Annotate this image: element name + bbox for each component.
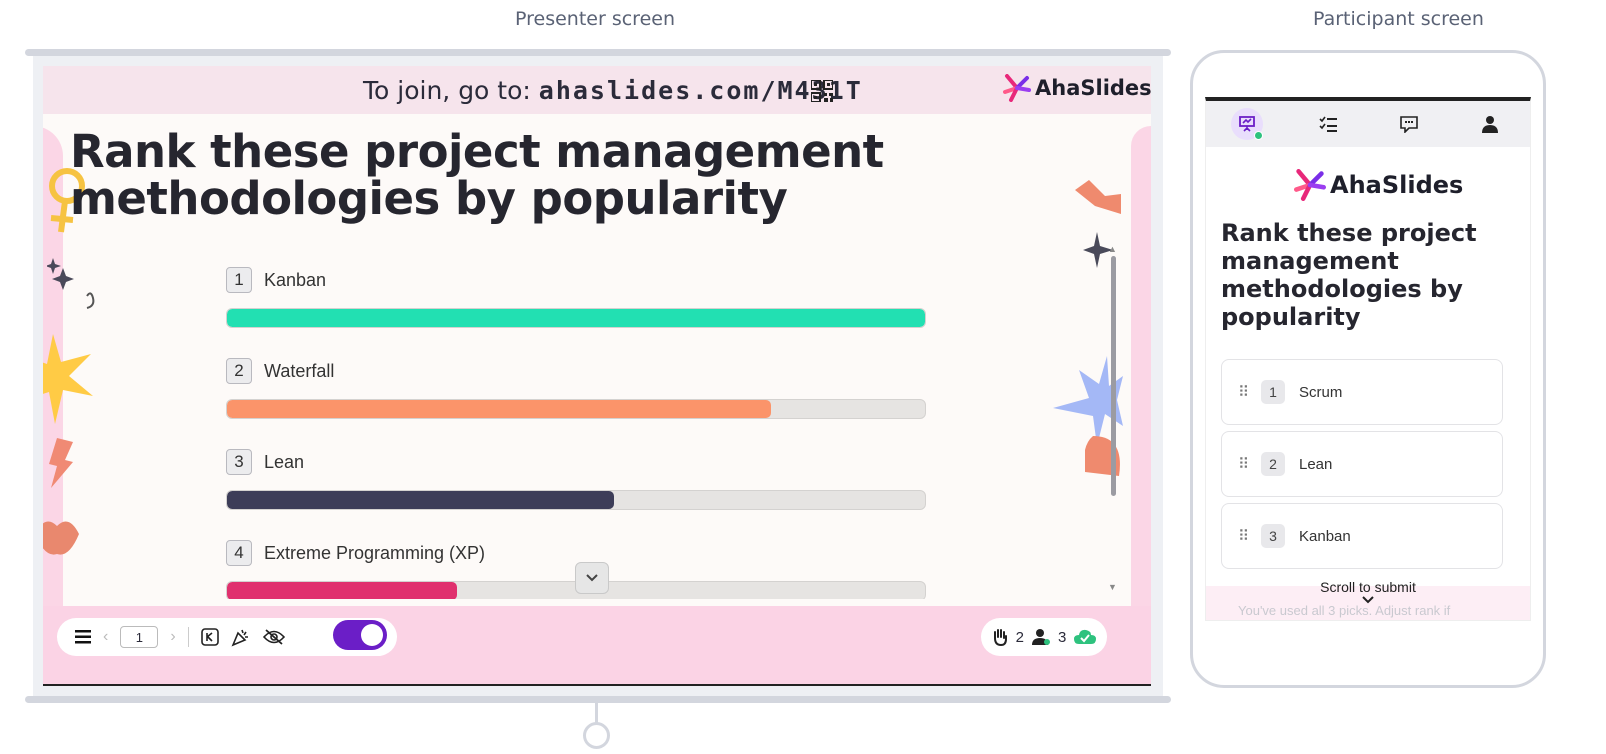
presenter-toolbar: ‹ 1 › 2 3	[57, 618, 1107, 656]
tab-presentation[interactable]	[1206, 101, 1287, 147]
next-slide-icon[interactable]: ›	[170, 628, 175, 646]
drag-handle-icon[interactable]: ⠿	[1238, 383, 1249, 401]
rank-option-kanban[interactable]: ⠿ 3 Kanban	[1221, 503, 1503, 569]
ahaslides-logo-text: AhaSlides	[1330, 171, 1464, 199]
decor-salmon-right	[1085, 436, 1120, 476]
presenter-caption: Presenter screen	[515, 8, 675, 30]
option-label: Lean	[1299, 455, 1333, 473]
rank-option-lean[interactable]: ⠿ 2 Lean	[1221, 431, 1503, 497]
decor-yellow-star	[43, 334, 93, 424]
result-rank: 4	[226, 540, 252, 566]
result-label: Waterfall	[264, 360, 335, 381]
lock-submissions-toggle[interactable]	[333, 620, 387, 650]
results-scrollbar[interactable]	[1111, 256, 1116, 496]
option-rank: 2	[1261, 452, 1285, 476]
chevron-down-icon	[586, 574, 598, 582]
tab-presentation-active	[1230, 108, 1263, 140]
rank-option-scrum[interactable]: ⠿ 1 Scrum	[1221, 359, 1503, 425]
projector-pole	[595, 703, 598, 723]
decor-sparkles-left	[47, 258, 95, 309]
projector-bottom-bar	[25, 696, 1171, 703]
participant-caption: Participant screen	[1313, 8, 1484, 30]
slide-title: Rank these project management methodolog…	[70, 125, 884, 225]
participant-question-title: Rank these project management methodolog…	[1221, 219, 1477, 331]
toolbar-left-group: ‹ 1 ›	[57, 618, 397, 656]
participant-screen: AhaSlides Rank these project management …	[1205, 97, 1531, 621]
result-rank: 2	[226, 358, 252, 384]
confetti-icon[interactable]	[231, 627, 251, 647]
online-indicator	[1253, 131, 1263, 140]
projector-pull-ring	[583, 722, 610, 749]
chat-icon	[1399, 116, 1418, 133]
page-number-input[interactable]: 1	[120, 626, 159, 648]
result-item: 1 Kanban	[226, 266, 926, 328]
decor-pink-blob-right	[1131, 126, 1151, 646]
checklist-icon	[1318, 116, 1337, 132]
join-instructions: To join, go to: ahaslides.com/M431T	[363, 76, 863, 105]
result-label: Kanban	[264, 269, 327, 290]
ahaslides-logo: AhaSlides	[1003, 74, 1151, 102]
scroll-down-arrow-icon[interactable]: ▼	[1108, 582, 1117, 592]
decor-red-shape-right	[1075, 180, 1121, 214]
hide-results-icon[interactable]	[262, 628, 285, 646]
result-bar-track	[226, 399, 926, 419]
cloud-saved-icon	[1074, 629, 1097, 644]
result-label: Lean	[264, 451, 305, 472]
ahaslides-logo-icon	[1294, 169, 1326, 201]
presentation-icon	[1238, 116, 1255, 132]
participant-ahaslides-logo: AhaSlides	[1294, 169, 1463, 201]
result-bar-fill	[227, 582, 458, 599]
scroll-up-arrow-icon[interactable]: ▲	[1108, 244, 1117, 254]
qr-code-icon[interactable]	[811, 80, 833, 102]
result-item: 2 Waterfall	[226, 357, 926, 419]
option-label: Scrum	[1299, 383, 1343, 401]
option-rank: 1	[1261, 380, 1285, 404]
option-rank: 3	[1261, 524, 1285, 548]
option-label: Kanban	[1299, 527, 1351, 545]
decor-red-bolt-left	[49, 438, 73, 488]
projector-top-bar	[25, 49, 1171, 56]
keyboard-shortcut-icon[interactable]	[200, 628, 219, 646]
drag-handle-icon[interactable]: ⠿	[1238, 455, 1249, 473]
expand-results-button[interactable]	[575, 562, 609, 594]
raised-hand-icon[interactable]	[992, 628, 1008, 646]
scroll-to-submit-button[interactable]: Scroll to submit	[1206, 579, 1530, 595]
ahaslides-logo-icon	[1003, 74, 1031, 102]
tab-checklist[interactable]	[1287, 101, 1368, 147]
result-bar-fill	[227, 400, 772, 418]
result-bar-track	[226, 308, 926, 328]
decor-lips-left	[43, 521, 79, 555]
presenter-slide: To join, go to: ahaslides.com/M431T AhaS…	[43, 66, 1151, 686]
picks-used-note: You've used all 3 picks. Adjust rank if	[1238, 603, 1451, 618]
result-item: 3 Lean	[226, 448, 926, 510]
result-bar-track	[226, 490, 926, 510]
result-label: Extreme Programming (XP)	[264, 542, 486, 563]
user-icon	[1481, 116, 1498, 133]
participants-count: 3	[1058, 628, 1067, 646]
join-prefix: To join, go to:	[363, 76, 539, 105]
unlock-icon	[361, 624, 383, 646]
previous-slide-icon[interactable]: ‹	[103, 628, 108, 646]
tab-chat[interactable]	[1368, 101, 1449, 147]
hands-raised-count: 2	[1015, 628, 1024, 646]
result-bar-fill	[227, 309, 925, 327]
toolbar-divider	[187, 627, 189, 647]
ahaslides-logo-text: AhaSlides	[1035, 76, 1151, 100]
result-rank: 1	[226, 267, 252, 293]
result-rank: 3	[226, 449, 252, 475]
participants-icon[interactable]	[1032, 628, 1050, 646]
result-bar-fill	[227, 491, 615, 509]
drag-handle-icon[interactable]: ⠿	[1238, 527, 1249, 545]
participant-tab-bar	[1206, 101, 1530, 147]
toolbar-right-group: 2 3	[981, 618, 1107, 656]
tab-profile[interactable]	[1449, 101, 1530, 147]
menu-icon[interactable]	[75, 630, 91, 644]
